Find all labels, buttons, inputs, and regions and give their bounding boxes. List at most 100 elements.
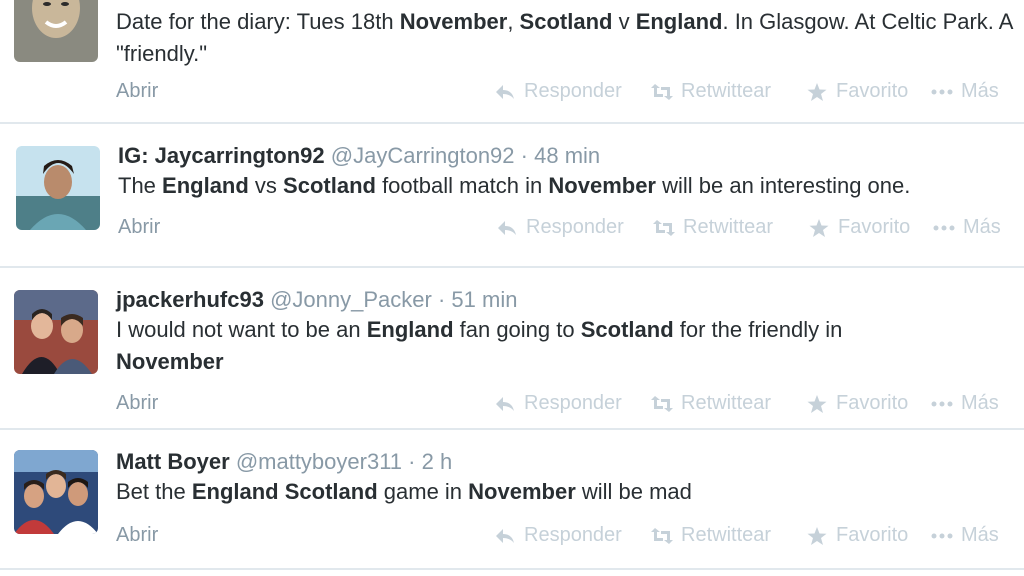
tweet-header: Matt Boyer @mattyboyer311 · 2 h	[116, 448, 1016, 476]
reply-label: Responder	[524, 392, 622, 414]
favorite-button[interactable]: Favorito	[806, 80, 908, 103]
tweet-text-segment: vs	[248, 173, 284, 198]
more-button[interactable]: Más	[931, 392, 999, 415]
avatar-photo-icon	[16, 146, 100, 230]
user-handle[interactable]: @Jonny_Packer	[270, 287, 432, 312]
retweet-button[interactable]: Retwittear	[651, 524, 771, 547]
retweet-button[interactable]: Retwittear	[653, 216, 773, 239]
reply-label: Responder	[526, 216, 624, 238]
tweet-text: I would not want to be an England fan go…	[116, 314, 956, 378]
user-handle[interactable]: @mattyboyer311	[236, 449, 402, 474]
avatar-photo-icon	[14, 450, 98, 534]
tweet-text-segment: I would not want to be an	[116, 317, 367, 342]
avatar-photo-icon	[14, 290, 98, 374]
retweet-icon	[651, 395, 673, 412]
tweet-text-segment: Date for the diary: Tues 18th	[116, 9, 400, 34]
reply-button[interactable]: Responder	[494, 524, 622, 547]
tweet-header: jpackerhufc93 @Jonny_Packer · 51 min	[116, 286, 1016, 314]
reply-icon	[498, 220, 516, 235]
tweet-actions: Abrir Responder Retwittear Favorito Más	[116, 392, 1024, 422]
favorite-label: Favorito	[838, 216, 911, 238]
favorite-label: Favorito	[836, 392, 909, 414]
star-icon	[807, 82, 827, 101]
tweet-actions: Abrir Responder Retwittear Favorito Más	[118, 216, 1024, 246]
tweet-text-segment: v	[612, 9, 636, 34]
tweet-text: The England vs Scotland football match i…	[118, 170, 1016, 202]
more-dots-icon	[931, 533, 953, 538]
highlighted-keyword: England	[366, 317, 454, 342]
more-button[interactable]: Más	[933, 216, 1001, 239]
tweet-item[interactable]: jpackerhufc93 @Jonny_Packer · 51 min I w…	[0, 268, 1024, 430]
highlighted-keyword: Scotland	[284, 479, 378, 504]
highlighted-keyword: England	[162, 173, 249, 198]
open-link[interactable]: Abrir	[116, 392, 158, 415]
retweet-label: Retwittear	[681, 392, 772, 414]
highlighted-keyword: Scotland	[283, 173, 376, 198]
timestamp[interactable]: 51 min	[451, 287, 517, 312]
tweet-text-segment: will be an interesting one.	[655, 173, 911, 198]
reply-icon	[496, 84, 514, 99]
star-icon	[807, 526, 827, 545]
user-name[interactable]: Matt Boyer	[116, 449, 230, 474]
tweet-item[interactable]: IG: Jaycarrington92 @JayCarrington92 · 4…	[0, 124, 1024, 268]
retweet-icon	[651, 83, 673, 100]
avatar[interactable]	[14, 290, 98, 374]
tweet-item[interactable]: Matt Boyer @mattyboyer311 · 2 h Bet the …	[0, 430, 1024, 570]
avatar[interactable]	[14, 0, 98, 62]
timestamp[interactable]: 48 min	[534, 143, 600, 168]
retweet-button[interactable]: Retwittear	[651, 392, 771, 415]
tweet-header: IG: Jaycarrington92 @JayCarrington92 · 4…	[118, 142, 1016, 170]
tweet-text-segment: ,	[507, 9, 520, 34]
retweet-label: Retwittear	[681, 80, 772, 102]
separator-dot: ·	[408, 449, 416, 474]
timestamp[interactable]: 2 h	[422, 449, 453, 474]
more-label: Más	[963, 216, 1001, 238]
more-button[interactable]: Más	[931, 524, 999, 547]
user-handle[interactable]: @JayCarrington92	[331, 143, 515, 168]
user-name[interactable]: IG: Jaycarrington92	[118, 143, 325, 168]
star-icon	[807, 394, 827, 413]
tweet-actions: Abrir Responder Retwittear Favorito Más	[116, 524, 1024, 554]
more-label: Más	[961, 80, 999, 102]
highlighted-keyword: Scotland	[519, 9, 613, 34]
open-link[interactable]: Abrir	[116, 80, 158, 103]
reply-icon	[496, 528, 514, 543]
more-dots-icon	[931, 89, 953, 94]
reply-button[interactable]: Responder	[494, 80, 622, 103]
tweet-item[interactable]: Date for the diary: Tues 18th November, …	[0, 0, 1024, 124]
tweet-text: Bet the England Scotland game in Novembe…	[116, 476, 1016, 508]
reply-button[interactable]: Responder	[494, 392, 622, 415]
favorite-button[interactable]: Favorito	[806, 392, 908, 415]
reply-icon	[496, 396, 514, 411]
user-name[interactable]: jpackerhufc93	[116, 287, 264, 312]
tweet-text-segment: Bet the	[116, 479, 192, 504]
highlighted-keyword: November	[548, 173, 656, 198]
highlighted-keyword: November	[468, 479, 576, 504]
avatar[interactable]	[16, 146, 100, 230]
tweet-text-segment: will be mad	[575, 479, 692, 504]
highlighted-keyword: November	[399, 9, 508, 34]
retweet-button[interactable]: Retwittear	[651, 80, 771, 103]
reply-button[interactable]: Responder	[496, 216, 624, 239]
open-link[interactable]: Abrir	[118, 216, 160, 239]
more-button[interactable]: Más	[931, 80, 999, 103]
open-link[interactable]: Abrir	[116, 524, 158, 547]
reply-label: Responder	[524, 80, 622, 102]
highlighted-keyword: November	[116, 349, 224, 374]
retweet-label: Retwittear	[681, 524, 772, 546]
favorite-button[interactable]: Favorito	[806, 524, 908, 547]
separator-dot: ·	[520, 143, 528, 168]
favorite-label: Favorito	[836, 524, 909, 546]
tweet-text-segment: game in	[377, 479, 469, 504]
highlighted-keyword: England	[191, 479, 279, 504]
favorite-button[interactable]: Favorito	[808, 216, 910, 239]
favorite-label: Favorito	[836, 80, 909, 102]
more-dots-icon	[933, 225, 955, 230]
avatar[interactable]	[14, 450, 98, 534]
tweet-actions: Abrir Responder Retwittear Favorito Más	[116, 80, 1024, 110]
more-label: Más	[961, 392, 999, 414]
more-label: Más	[961, 524, 999, 546]
retweet-icon	[651, 527, 673, 544]
reply-label: Responder	[524, 524, 622, 546]
star-icon	[809, 218, 829, 237]
